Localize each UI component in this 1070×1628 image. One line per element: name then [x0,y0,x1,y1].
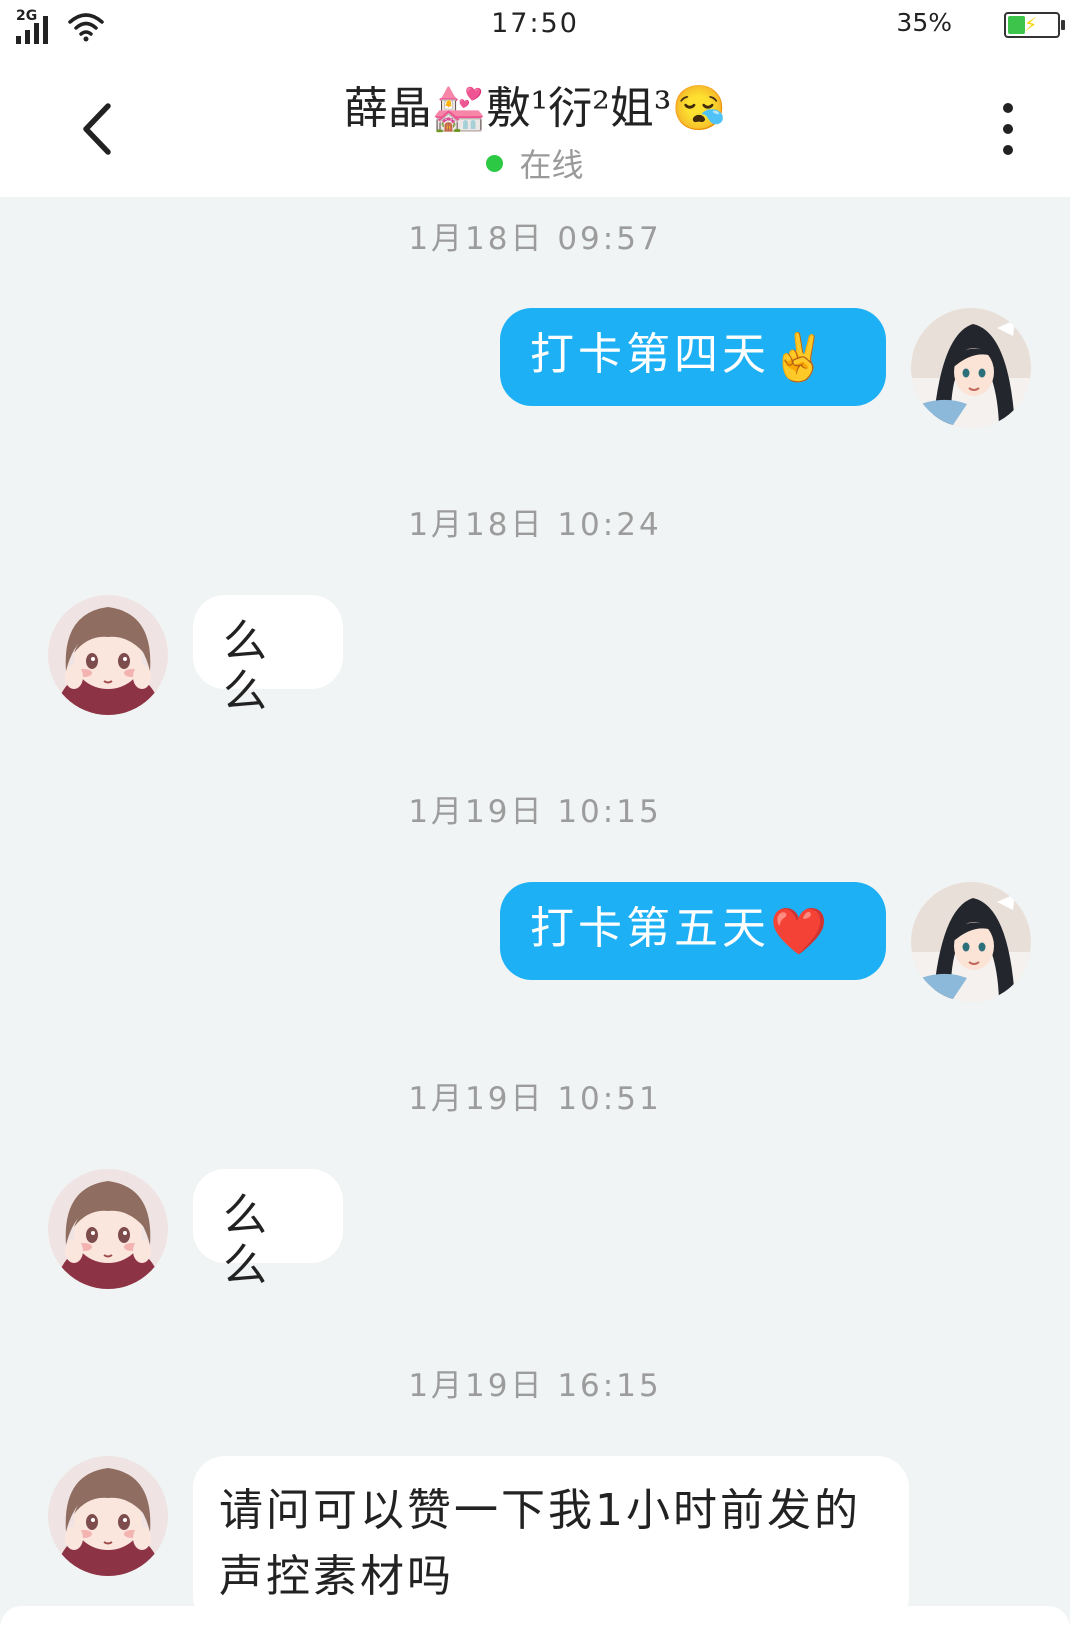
outgoing-message-bubble[interactable]: 打卡第四天✌️ [500,308,886,406]
contact-avatar[interactable] [48,595,168,715]
my-avatar[interactable] [911,882,1031,1002]
online-status-text: 在线 [519,146,584,184]
message-timestamp: 1月18日 10:24 [408,507,662,543]
contact-name[interactable]: 薛晶💒敷¹衍²姐³😪 [0,72,1070,136]
contact-status: 在线 [0,140,1070,186]
incoming-message-bubble[interactable]: 么么 [193,595,343,717]
red-heart-emoji: ❤️ [770,904,832,958]
message-text: 么么 [223,616,271,717]
charging-icon: ⚡ [1024,14,1038,36]
message-timestamp: 1月19日 10:15 [408,794,662,830]
input-bar-edge [0,1606,1070,1628]
message-timestamp: 1月19日 10:51 [408,1081,662,1117]
message-timestamp: 1月18日 09:57 [408,221,662,257]
battery-percent: 35% [896,8,952,37]
outgoing-message-bubble[interactable]: 打卡第五天❤️ [500,882,886,980]
battery-fill [1008,16,1025,34]
more-vertical-icon[interactable] [988,94,1028,164]
message-text: 打卡第五天 [530,903,770,954]
incoming-message-bubble[interactable]: 请问可以赞一下我1小时前发的声控素材吗 [193,1456,909,1628]
battery-icon: ⚡ [1004,12,1065,38]
victory-hand-emoji: ✌️ [770,330,832,384]
message-text: 打卡第四天 [530,329,770,380]
my-avatar[interactable] [911,308,1031,428]
contact-avatar[interactable] [48,1456,168,1576]
chat-header: 薛晶💒敷¹衍²姐³😪 在线 [0,52,1070,197]
message-text: 请问可以赞一下我1小时前发的声控素材吗 [219,1485,861,1602]
contact-avatar[interactable] [48,1169,168,1289]
status-bar: 2G 17:50 35% ⚡ [0,0,1070,52]
message-timestamp: 1月19日 16:15 [408,1368,662,1404]
incoming-message-bubble[interactable]: 么么 [193,1169,343,1291]
message-text: 么么 [223,1190,271,1291]
online-indicator [486,155,504,172]
